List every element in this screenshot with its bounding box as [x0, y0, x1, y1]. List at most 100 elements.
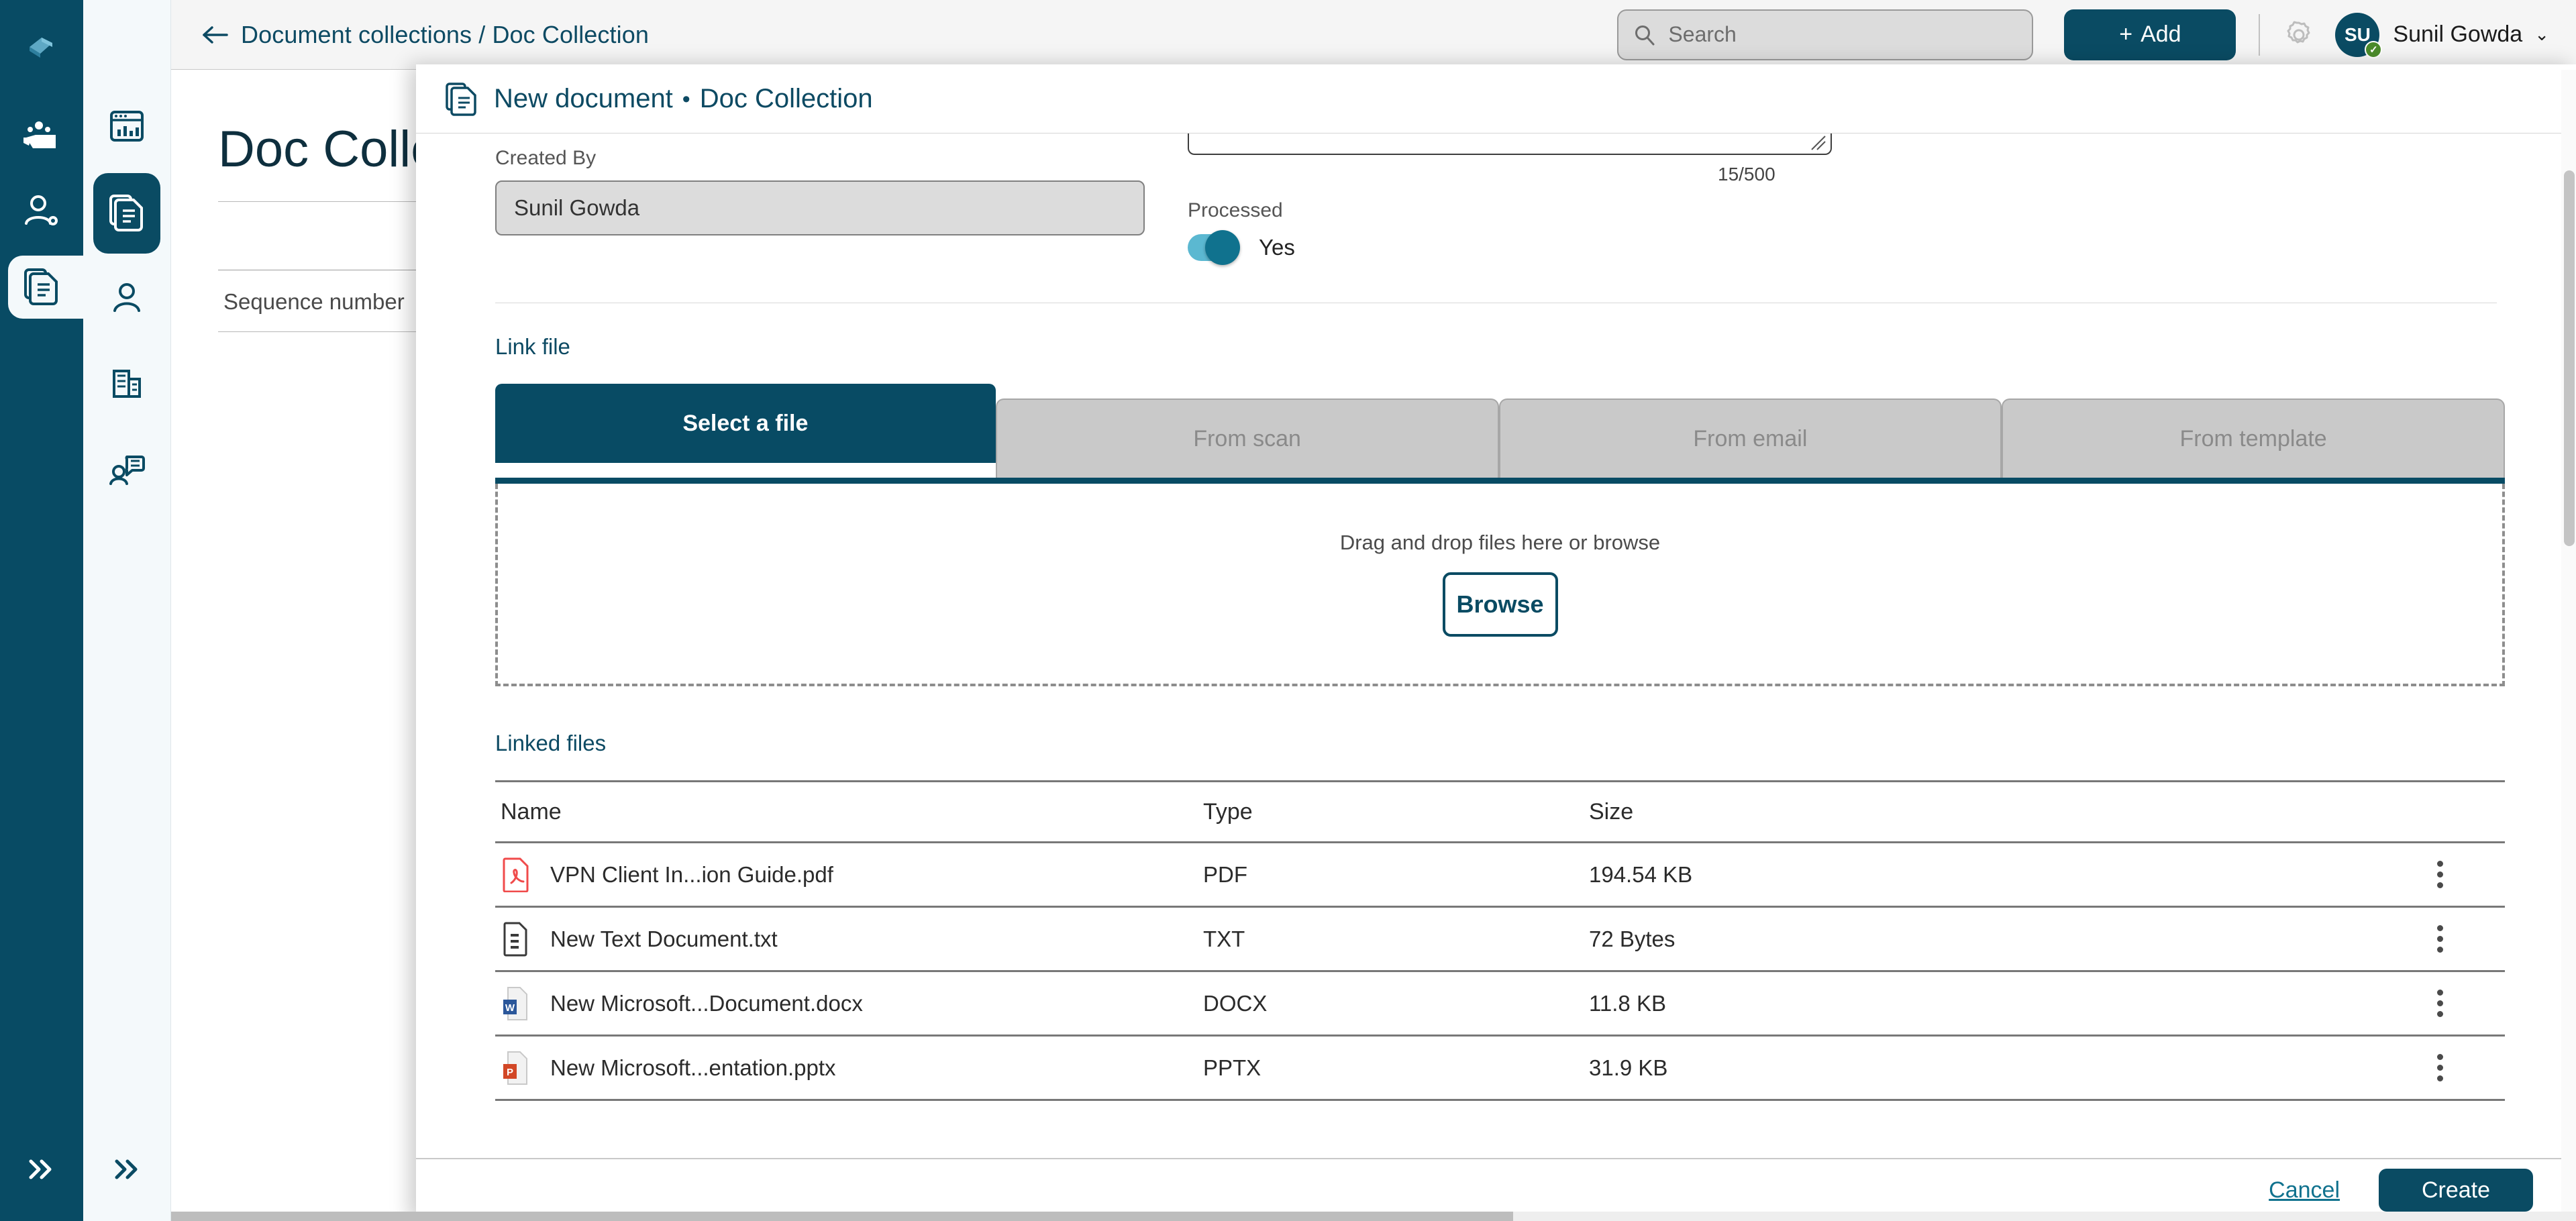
- chevron-double-right-icon: [115, 1159, 137, 1179]
- sidebar-item-company[interactable]: [93, 345, 160, 425]
- processed-label: Processed: [1188, 199, 1283, 221]
- column-header-size: Size: [1589, 798, 1634, 825]
- sidebar-item-user-settings[interactable]: [0, 176, 83, 250]
- cell-type: TXT: [1203, 926, 1245, 951]
- svg-text:W: W: [505, 1002, 515, 1014]
- pdf-file-icon: [501, 857, 531, 892]
- tab-select-a-file[interactable]: Select a file: [495, 384, 996, 463]
- documents-icon: [23, 266, 60, 309]
- character-counter: 15/500: [1718, 164, 1775, 184]
- row-menu-button[interactable]: [2437, 925, 2443, 953]
- created-by-field-group: Created By Sunil Gowda: [495, 147, 1145, 235]
- row-menu-button[interactable]: [2437, 861, 2443, 888]
- row-menu-button[interactable]: [2437, 1054, 2443, 1081]
- title-separator: •: [682, 87, 690, 113]
- add-button-label: Add: [2141, 21, 2181, 47]
- modal-header: New document • Doc Collection: [416, 64, 2576, 133]
- add-button[interactable]: + Add: [2064, 9, 2236, 60]
- sidebar-item-team-folder[interactable]: [0, 103, 83, 176]
- form-fields-row: Created By Sunil Gowda 15/500 Processed: [416, 134, 2576, 303]
- user-name: Sunil Gowda: [2393, 21, 2523, 47]
- cancel-button[interactable]: Cancel: [2269, 1177, 2340, 1204]
- cell-name: W New Microsoft...Document.docx: [495, 986, 1203, 1021]
- online-status-badge: ✓: [2365, 40, 2383, 58]
- vertical-scrollbar[interactable]: [2561, 70, 2576, 1221]
- sidebar-item-conversation[interactable]: [93, 431, 160, 511]
- cell-actions: [2283, 990, 2505, 1017]
- row-menu-button[interactable]: [2437, 990, 2443, 1017]
- divider: [2259, 13, 2261, 56]
- dashboard-icon: [109, 109, 145, 146]
- primary-sidebar: [0, 0, 122, 1221]
- cell-size: 72 Bytes: [1589, 926, 1676, 951]
- column-header-type: Type: [1203, 798, 1253, 825]
- file-dropzone[interactable]: Drag and drop files here or browse Brows…: [495, 484, 2505, 686]
- column-header-sequence-number: Sequence number: [223, 289, 405, 314]
- created-by-input[interactable]: Sunil Gowda: [495, 180, 1145, 235]
- chevron-down-icon[interactable]: ⌄: [2534, 24, 2549, 45]
- table-header-row: Name Type Size: [495, 780, 2505, 843]
- cell-name: VPN Client In...ion Guide.pdf: [495, 857, 1203, 892]
- search-input[interactable]: Search: [1617, 9, 2034, 60]
- cell-actions: [2283, 925, 2505, 953]
- cell-name: New Text Document.txt: [495, 922, 1203, 957]
- tab-from-template[interactable]: From template: [2002, 399, 2505, 478]
- search-placeholder: Search: [1668, 22, 1737, 46]
- cell-size: 194.54 KB: [1589, 861, 1693, 887]
- toggle-knob: [1205, 230, 1240, 265]
- table-row[interactable]: VPN Client In...ion Guide.pdf PDF 194.54…: [495, 843, 2505, 908]
- table-row[interactable]: New Text Document.txt TXT 72 Bytes: [495, 908, 2505, 972]
- modal-title: New document • Doc Collection: [494, 84, 873, 114]
- documents-icon: [108, 192, 146, 235]
- tab-from-scan[interactable]: From scan: [995, 399, 1499, 478]
- docx-file-icon: W: [501, 986, 531, 1021]
- new-document-modal: New document • Doc Collection Created By S…: [416, 64, 2576, 1221]
- modal-title-sub: Doc Collection: [699, 83, 873, 113]
- sidebar-expand-button-light[interactable]: [83, 1155, 171, 1184]
- cell-type: DOCX: [1203, 990, 1268, 1016]
- file-name: New Microsoft...entation.pptx: [550, 1055, 836, 1080]
- processed-value: Yes: [1259, 235, 1295, 260]
- arrow-left-icon: [203, 25, 228, 44]
- svg-text:P: P: [507, 1067, 513, 1078]
- tab-from-email[interactable]: From email: [1498, 399, 2002, 478]
- breadcrumb[interactable]: Document collections / Doc Collection: [241, 21, 649, 49]
- processed-toggle[interactable]: [1188, 230, 1240, 265]
- gear-icon: [2287, 21, 2310, 43]
- sidebar-item-documents[interactable]: [0, 250, 122, 324]
- processed-field-group: Processed Yes: [1188, 199, 1295, 265]
- column-header-name: Name: [501, 798, 562, 825]
- description-textarea[interactable]: [1188, 134, 1832, 155]
- sidebar-item-documents[interactable]: [93, 173, 160, 254]
- resize-handle-icon: [1811, 136, 1826, 150]
- pptx-file-icon: P: [501, 1051, 531, 1085]
- avatar-initials: SU: [2344, 23, 2371, 45]
- vertical-scrollbar-thumb[interactable]: [2564, 170, 2575, 546]
- top-bar: Document collections / Doc Collection Se…: [171, 0, 2576, 70]
- txt-file-icon: [501, 922, 531, 957]
- horizontal-scrollbar-thumb[interactable]: [171, 1212, 1513, 1221]
- create-button[interactable]: Create: [2379, 1169, 2533, 1212]
- file-name: New Text Document.txt: [550, 926, 778, 951]
- company-icon: [109, 367, 145, 404]
- conversation-icon: [108, 453, 146, 490]
- sidebar-expand-button-dark[interactable]: [0, 1155, 83, 1184]
- linked-files-section-title: Linked files: [495, 731, 607, 755]
- horizontal-scrollbar[interactable]: [171, 1212, 2576, 1221]
- search-icon: [1635, 25, 1655, 45]
- browse-button[interactable]: Browse: [1442, 572, 1558, 637]
- settings-button[interactable]: [2280, 16, 2318, 54]
- link-file-tabs: Select a file From scan From email From …: [495, 384, 2505, 478]
- chevron-double-right-icon: [29, 1159, 52, 1179]
- back-button[interactable]: [201, 21, 229, 49]
- application-root: Doc Collection Sequence number Document …: [0, 0, 2576, 1221]
- table-row[interactable]: P New Microsoft...entation.pptx PPTX 31.…: [495, 1037, 2505, 1101]
- avatar[interactable]: SU ✓: [2335, 12, 2383, 58]
- document-icon: [444, 81, 479, 116]
- cell-size: 31.9 KB: [1589, 1055, 1668, 1080]
- sidebar-item-dashboard[interactable]: [93, 87, 160, 168]
- sidebar-item-contact[interactable]: [93, 259, 160, 339]
- app-logo[interactable]: [21, 25, 62, 66]
- cell-actions: [2283, 861, 2505, 888]
- table-row[interactable]: W New Microsoft...Document.docx DOCX 11.…: [495, 972, 2505, 1037]
